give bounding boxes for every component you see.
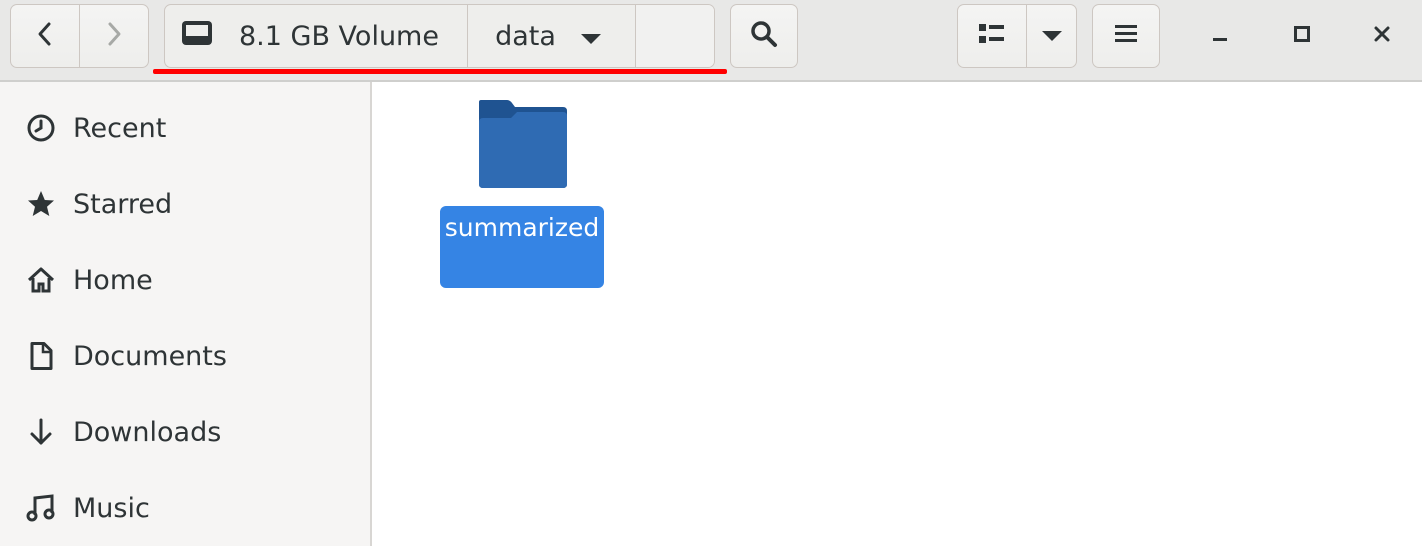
folder-icon [477,98,569,190]
path-crumb-volume-label: 8.1 GB Volume [239,20,439,52]
sidebar: Recent Starred Home Documents Downloads [0,82,372,546]
minimize-icon [1211,25,1229,47]
search-button[interactable] [730,4,798,68]
sidebar-item-recent[interactable]: Recent [0,90,370,166]
main-menu-button[interactable] [1092,4,1160,68]
maximize-icon [1293,25,1311,47]
sidebar-item-downloads[interactable]: Downloads [0,394,370,470]
list-view-icon [979,23,1005,49]
home-icon [24,263,58,297]
download-icon [24,415,58,449]
path-bar: 8.1 GB Volume data [164,4,715,68]
path-crumb-current[interactable]: data [468,5,636,67]
hamburger-icon [1114,23,1138,49]
path-crumb-volume[interactable]: 8.1 GB Volume [165,5,468,67]
view-mode-button[interactable] [957,4,1027,68]
close-button[interactable] [1352,4,1412,68]
sidebar-item-starred[interactable]: Starred [0,166,370,242]
minimize-button[interactable] [1190,4,1250,68]
sidebar-item-music[interactable]: Music [0,470,370,546]
sidebar-item-home[interactable]: Home [0,242,370,318]
sidebar-item-label: Recent [73,112,167,144]
close-icon [1373,25,1391,47]
path-bar-empty-area[interactable] [636,5,714,67]
forward-button[interactable] [79,4,149,68]
sidebar-item-label: Downloads [73,416,222,448]
annotation-underline [153,69,727,74]
clock-icon [24,111,58,145]
header-bar: 8.1 GB Volume data [0,0,1422,82]
sidebar-item-documents[interactable]: Documents [0,318,370,394]
maximize-button[interactable] [1272,4,1332,68]
sidebar-item-label: Music [73,492,150,524]
folder-item[interactable]: summarized [440,98,606,288]
document-icon [24,339,58,373]
sidebar-item-label: Starred [73,188,173,220]
chevron-right-icon [104,21,124,51]
chevron-left-icon [35,21,55,51]
caret-down-icon [580,21,602,52]
file-view: summarized [374,84,1422,546]
view-options-button[interactable] [1026,4,1077,68]
star-icon [24,187,58,221]
music-icon [24,491,58,525]
caret-down-icon [1041,27,1063,46]
sidebar-item-label: Home [73,264,153,296]
back-button[interactable] [10,4,80,68]
file-manager-window: 8.1 GB Volume data Recent Starred Home D… [0,0,1422,546]
sidebar-item-label: Documents [73,340,227,372]
search-icon [750,20,778,52]
drive-icon [181,20,213,53]
folder-name-label: summarized [440,206,604,288]
path-crumb-current-label: data [495,20,556,52]
